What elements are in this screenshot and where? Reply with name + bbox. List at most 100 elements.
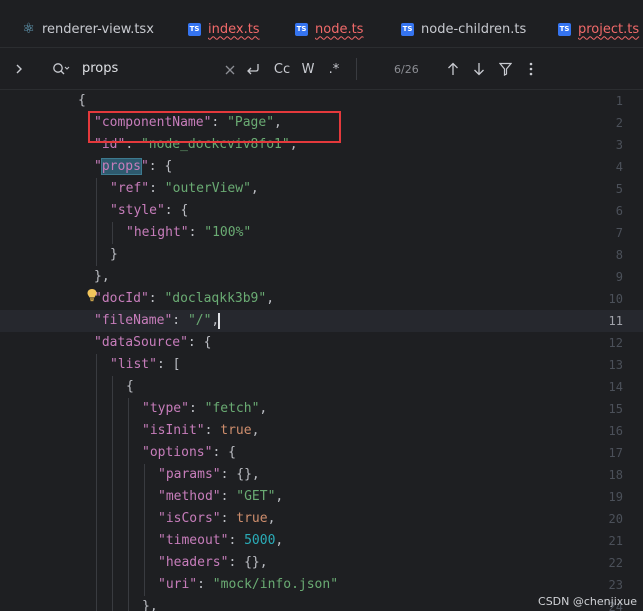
line-number: 16: [608, 424, 623, 438]
lightbulb-icon[interactable]: [86, 288, 98, 302]
code-text: "method": "GET",: [158, 489, 284, 504]
match-case-toggle[interactable]: Cc: [272, 57, 292, 81]
code-line[interactable]: 14 {: [0, 376, 643, 398]
indent-guide: [112, 508, 113, 530]
indent-guide: [128, 398, 129, 420]
indent-guide: [112, 398, 113, 420]
code-text: },: [94, 269, 110, 284]
next-match-button[interactable]: [470, 57, 488, 81]
indent-guide: [128, 552, 129, 574]
indent-guide: [144, 464, 145, 486]
indent-guide: [112, 574, 113, 596]
editor-tab-bar: ⚛ renderer-view.tsx TS index.ts TS node.…: [0, 0, 643, 48]
code-line[interactable]: 18 "params": {},: [0, 464, 643, 486]
indent-guide: [112, 486, 113, 508]
watermark: CSDN @chenjixue: [538, 595, 637, 608]
search-divider: [356, 58, 357, 80]
find-bar: props Cc W .* 6/26: [0, 48, 643, 90]
line-number: 8: [615, 248, 623, 262]
tab-index[interactable]: TS index.ts: [188, 18, 260, 40]
clear-search-button[interactable]: [222, 58, 238, 82]
code-line[interactable]: 13 "list": [: [0, 354, 643, 376]
indent-guide: [112, 376, 113, 398]
expand-replace-button[interactable]: [10, 57, 28, 81]
tab-renderer-view[interactable]: ⚛ renderer-view.tsx: [22, 18, 154, 40]
code-text: "headers": {},: [158, 555, 268, 570]
code-text: "ref": "outerView",: [110, 181, 259, 196]
tab-project[interactable]: TS project.ts: [558, 18, 639, 40]
code-text: "fileName": "/",: [94, 313, 220, 328]
tab-label: project.ts: [578, 21, 640, 37]
code-text: "params": {},: [158, 467, 260, 482]
indent-guide: [96, 376, 97, 398]
code-text: "dataSource": {: [94, 335, 212, 350]
indent-guide: [96, 596, 97, 611]
indent-guide: [112, 420, 113, 442]
indent-guide: [112, 596, 113, 611]
line-number: 11: [608, 314, 623, 328]
code-line[interactable]: 21 "timeout": 5000,: [0, 530, 643, 552]
code-line[interactable]: 22 "headers": {},: [0, 552, 643, 574]
more-options-button[interactable]: [522, 57, 540, 81]
code-line[interactable]: 1{: [0, 90, 643, 112]
indent-guide: [96, 486, 97, 508]
code-line[interactable]: 6 "style": {: [0, 200, 643, 222]
filter-button[interactable]: [496, 57, 514, 81]
indent-guide: [128, 508, 129, 530]
code-editor[interactable]: 1{2 "componentName": "Page", 3 "id": "node_…: [0, 90, 643, 611]
code-line[interactable]: 11 "fileName": "/",: [0, 310, 643, 332]
search-match: props: [100, 158, 142, 175]
search-input[interactable]: props: [82, 61, 118, 76]
code-line[interactable]: 8}: [0, 244, 643, 266]
line-number: 18: [608, 468, 623, 482]
words-toggle[interactable]: W: [298, 57, 318, 81]
code-line[interactable]: 4 "props": {: [0, 156, 643, 178]
indent-guide: [144, 508, 145, 530]
code-text: }: [110, 247, 118, 262]
new-line-button[interactable]: [243, 57, 263, 81]
code-line[interactable]: 5 "ref": "outerView",: [0, 178, 643, 200]
line-number: 21: [608, 534, 623, 548]
indent-guide: [128, 574, 129, 596]
indent-guide: [128, 486, 129, 508]
line-number: 2: [615, 116, 623, 130]
code-text: "options": {: [142, 445, 236, 460]
indent-guide: [96, 244, 97, 266]
code-line[interactable]: 23 "uri": "mock/info.json": [0, 574, 643, 596]
code-text: "timeout": 5000,: [158, 533, 284, 548]
code-line[interactable]: 7 "height": "100%": [0, 222, 643, 244]
code-line[interactable]: 15 "type": "fetch",: [0, 398, 643, 420]
indent-guide: [96, 530, 97, 552]
search-icon: [53, 63, 70, 75]
code-line[interactable]: 9},: [0, 266, 643, 288]
indent-guide: [144, 530, 145, 552]
line-number: 12: [608, 336, 623, 350]
indent-guide: [96, 178, 97, 200]
code-text: "style": {: [110, 203, 189, 218]
code-line[interactable]: 20 "isCors": true,: [0, 508, 643, 530]
code-text: },: [142, 599, 158, 611]
regex-toggle[interactable]: .*: [324, 57, 344, 81]
code-line[interactable]: 19 "method": "GET",: [0, 486, 643, 508]
code-line[interactable]: 12 "dataSource": {: [0, 332, 643, 354]
tab-node[interactable]: TS node.ts: [295, 18, 363, 40]
line-number: 23: [608, 578, 623, 592]
indent-guide: [112, 442, 113, 464]
line-number: 7: [615, 226, 623, 240]
indent-guide: [96, 398, 97, 420]
indent-guide: [112, 222, 113, 244]
previous-match-button[interactable]: [444, 57, 462, 81]
indent-guide: [128, 442, 129, 464]
line-number: 3: [615, 138, 623, 152]
tab-label: node.ts: [315, 21, 364, 37]
search-history-button[interactable]: [50, 57, 72, 81]
filter-icon: [498, 62, 512, 76]
code-text: "type": "fetch",: [142, 401, 268, 416]
tab-node-children[interactable]: TS node-children.ts: [401, 18, 526, 40]
arrow-down-icon: [474, 63, 484, 76]
code-text: {: [126, 379, 134, 394]
code-line[interactable]: 16 "isInit": true,: [0, 420, 643, 442]
ts-icon: TS: [558, 22, 571, 36]
code-line[interactable]: 17 "options": {: [0, 442, 643, 464]
line-number: 5: [615, 182, 623, 196]
